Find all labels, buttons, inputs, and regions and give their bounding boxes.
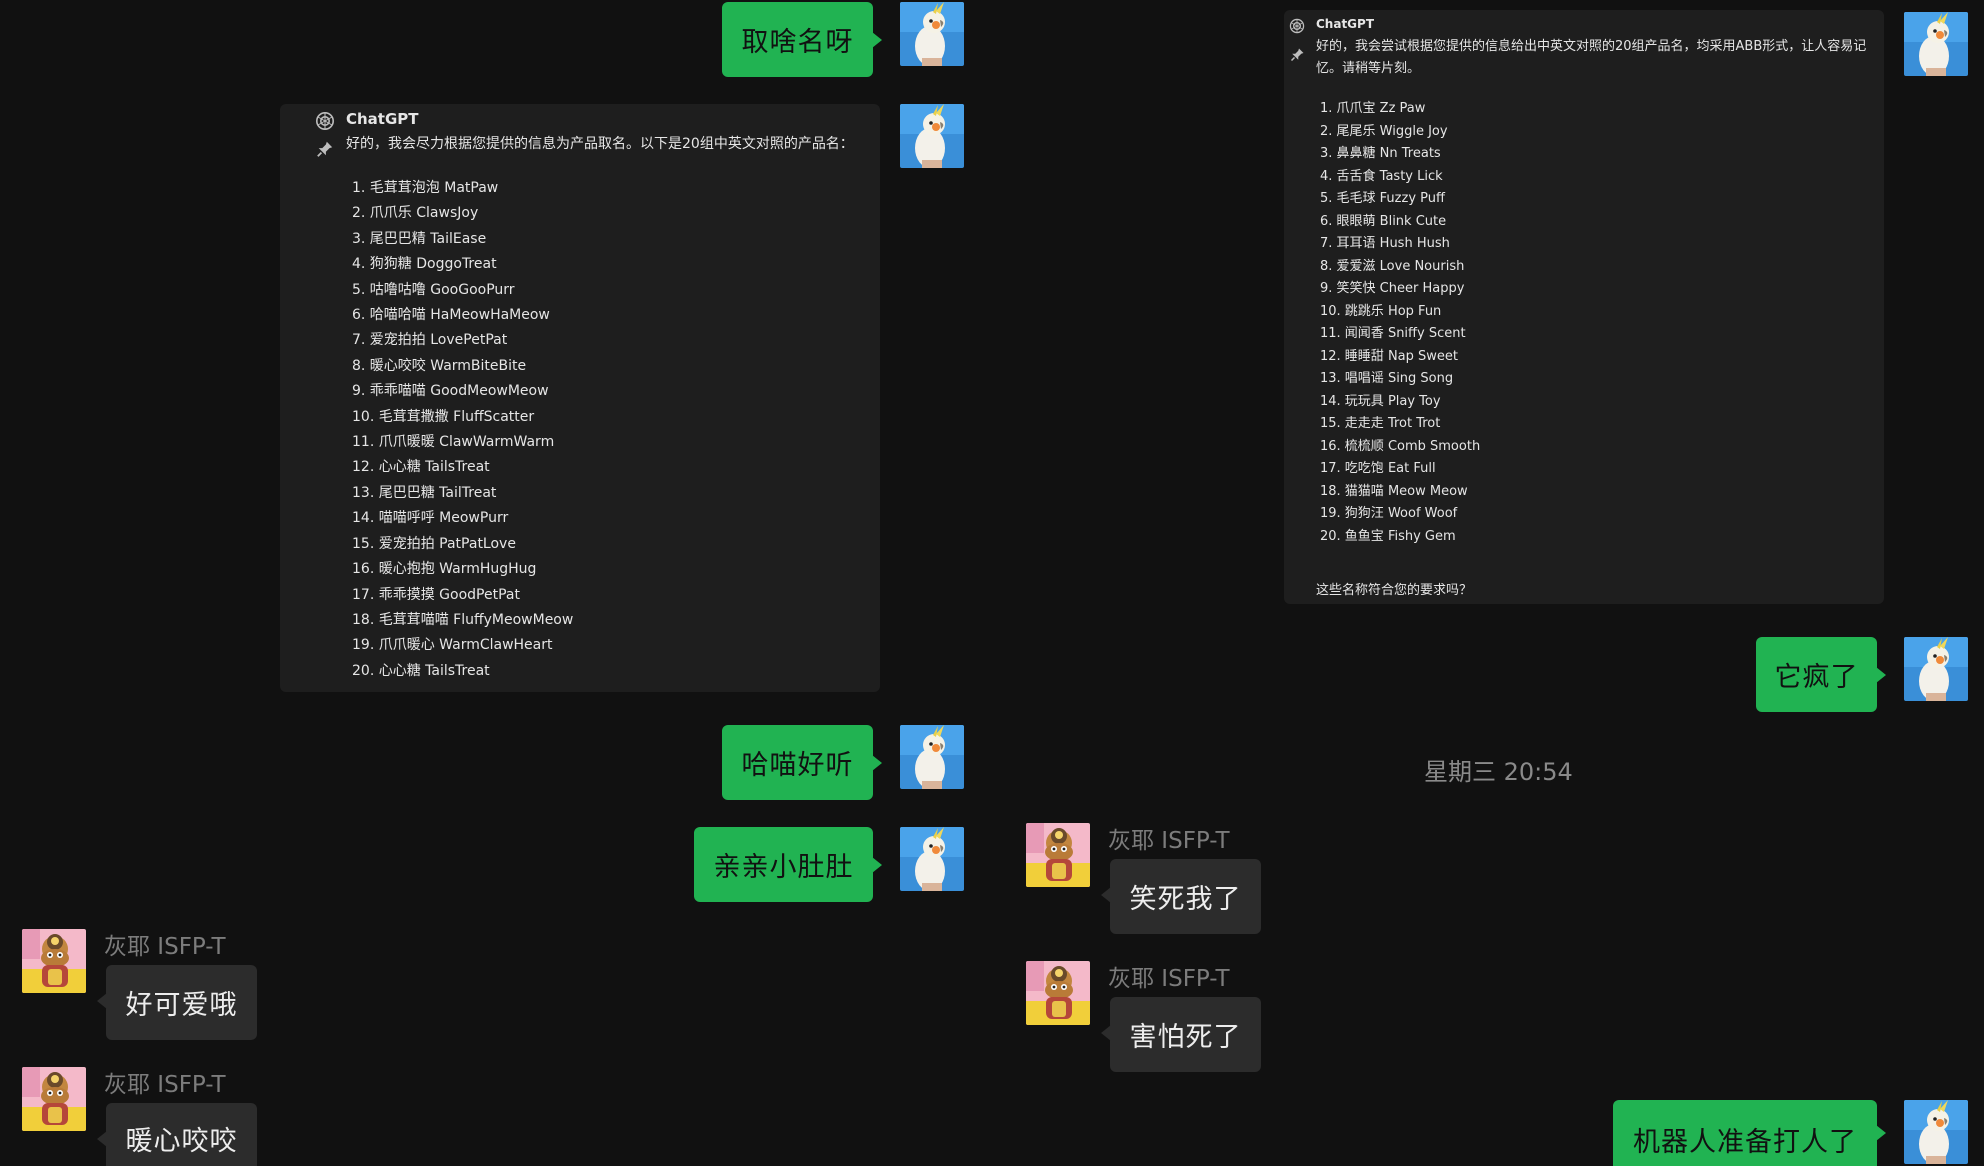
list-item: 1. 爪爪宝 Zz Paw bbox=[1320, 101, 1426, 116]
product-name-list: 1. 毛茸茸泡泡 MatPaw 2. 爪爪乐 ClawsJoy 3. 尾巴巴精 … bbox=[352, 176, 573, 684]
avatar[interactable] bbox=[1904, 1100, 1968, 1164]
list-item: 20. 心心糖 TailsTreat bbox=[352, 662, 490, 679]
incoming-message[interactable]: 好可爱哦 bbox=[97, 965, 257, 1040]
list-item: 19. 狗狗汪 Woof Woof bbox=[1320, 506, 1458, 521]
list-item: 4. 舌舌食 Tasty Lick bbox=[1320, 168, 1443, 184]
list-item: 11. 爪爪暖暖 ClawWarmWarm bbox=[352, 434, 555, 451]
message-text: 哈喵好听 bbox=[741, 750, 854, 781]
sender-name: 灰耶 ISFP-T bbox=[104, 934, 226, 960]
chatgpt-intro: 好的，我会尽力根据您提供的信息为产品取名。以下是20组中英文对照的产品名： bbox=[346, 136, 854, 152]
list-item: 9. 乖乖喵喵 GoodMeowMeow bbox=[352, 383, 549, 400]
chatgpt-reply-card: ChatGPT 好的，我会尝试根据您提供的信息给出中英文对照的20组产品名，均采… bbox=[1284, 10, 1884, 604]
avatar[interactable] bbox=[22, 1067, 86, 1131]
message-text: 它疯了 bbox=[1774, 662, 1859, 693]
list-item: 2. 爪爪乐 ClawsJoy bbox=[352, 205, 479, 222]
list-item: 5. 咕噜咕噜 GooGooPurr bbox=[352, 281, 515, 298]
list-item: 8. 爱爱滋 Love Nourish bbox=[1320, 258, 1465, 274]
avatar[interactable] bbox=[1026, 961, 1090, 1025]
cartoon-avatar-icon bbox=[22, 929, 86, 993]
list-item: 20. 鱼鱼宝 Fishy Gem bbox=[1320, 528, 1456, 544]
chatgpt-outro: 这些名称符合您的要求吗？ bbox=[1316, 583, 1473, 598]
list-item: 14. 玩玩具 Play Toy bbox=[1320, 393, 1441, 409]
list-item: 3. 鼻鼻糖 Nn Treats bbox=[1320, 146, 1441, 161]
message-text: 取啥名呀 bbox=[741, 27, 854, 58]
avatar[interactable] bbox=[900, 827, 964, 891]
list-item: 15. 走走走 Trot Trot bbox=[1320, 416, 1441, 431]
incoming-message[interactable]: 暖心咬咬 bbox=[97, 1103, 257, 1166]
list-item: 14. 喵喵呼呼 MeowPurr bbox=[352, 510, 509, 527]
parrot-avatar-icon bbox=[900, 104, 964, 168]
parrot-avatar-icon bbox=[900, 2, 964, 66]
parrot-avatar-icon bbox=[900, 827, 964, 891]
chatgpt-name: ChatGPT bbox=[346, 110, 419, 128]
message-text: 笑死我了 bbox=[1129, 884, 1242, 915]
list-item: 6. 哈喵哈喵 HaMeowHaMeow bbox=[352, 307, 550, 324]
avatar[interactable] bbox=[1904, 637, 1968, 701]
parrot-avatar-icon bbox=[1904, 637, 1968, 701]
list-item: 7. 耳耳语 Hush Hush bbox=[1320, 236, 1450, 251]
message-text: 机器人准备打人了 bbox=[1633, 1127, 1857, 1158]
openai-logo-icon bbox=[315, 111, 335, 131]
list-item: 15. 爱宠拍拍 PatPatLove bbox=[352, 535, 516, 552]
cartoon-avatar-icon bbox=[1026, 823, 1090, 887]
message-text: 亲亲小肚肚 bbox=[713, 852, 854, 883]
avatar[interactable] bbox=[900, 104, 964, 168]
list-item: 18. 猫猫喵 Meow Meow bbox=[1320, 483, 1468, 499]
list-item: 16. 梳梳顺 Comb Smooth bbox=[1320, 438, 1481, 454]
outgoing-message[interactable]: 它疯了 bbox=[1756, 637, 1886, 712]
pin-icon[interactable] bbox=[1290, 47, 1305, 62]
sender-name: 灰耶 ISFP-T bbox=[1108, 828, 1230, 854]
sender-name: 灰耶 ISFP-T bbox=[104, 1072, 226, 1098]
list-item: 19. 爪爪暖心 WarmClawHeart bbox=[352, 637, 553, 654]
list-item: 18. 毛茸茸喵喵 FluffyMeowMeow bbox=[352, 611, 574, 628]
product-name-list: 1. 爪爪宝 Zz Paw 2. 尾尾乐 Wiggle Joy 3. 鼻鼻糖 N… bbox=[1320, 98, 1480, 548]
avatar[interactable] bbox=[1026, 823, 1090, 887]
list-item: 6. 眼眼萌 Blink Cute bbox=[1320, 213, 1447, 229]
outgoing-message[interactable]: 哈喵好听 bbox=[722, 725, 882, 800]
list-item: 10. 毛茸茸撒撒 FluffScatter bbox=[352, 408, 535, 425]
list-item: 17. 乖乖摸摸 GoodPetPat bbox=[352, 586, 520, 603]
list-item: 13. 尾巴巴糖 TailTreat bbox=[352, 484, 497, 501]
message-text: 害怕死了 bbox=[1129, 1022, 1242, 1053]
parrot-avatar-icon bbox=[1904, 12, 1968, 76]
outgoing-message[interactable]: 取啥名呀 bbox=[722, 2, 882, 77]
chatgpt-intro: 好的，我会尝试根据您提供的信息给出中英文对照的20组产品名，均采用ABB形式，让… bbox=[1316, 39, 1867, 76]
cartoon-avatar-icon bbox=[22, 1067, 86, 1131]
list-item: 16. 暖心抱抱 WarmHugHug bbox=[352, 561, 537, 578]
incoming-message[interactable]: 笑死我了 bbox=[1101, 859, 1261, 934]
openai-logo-icon bbox=[1289, 18, 1305, 34]
message-text: 好可爱哦 bbox=[125, 990, 238, 1021]
avatar[interactable] bbox=[900, 725, 964, 789]
outgoing-message[interactable]: 亲亲小肚肚 bbox=[694, 827, 882, 902]
sender-name: 灰耶 ISFP-T bbox=[1108, 966, 1230, 992]
avatar[interactable] bbox=[1904, 12, 1968, 76]
list-item: 13. 唱唱谣 Sing Song bbox=[1320, 371, 1454, 386]
list-item: 5. 毛毛球 Fuzzy Puff bbox=[1320, 191, 1445, 206]
list-item: 9. 笑笑快 Cheer Happy bbox=[1320, 281, 1465, 296]
timestamp: 星期三 20:54 bbox=[1424, 758, 1573, 786]
list-item: 11. 闻闻香 Sniffy Scent bbox=[1320, 326, 1466, 341]
list-item: 1. 毛茸茸泡泡 MatPaw bbox=[352, 180, 499, 196]
message-text: 暖心咬咬 bbox=[125, 1126, 238, 1157]
list-item: 2. 尾尾乐 Wiggle Joy bbox=[1320, 123, 1448, 139]
list-item: 12. 心心糖 TailsTreat bbox=[352, 459, 490, 476]
chatgpt-name: ChatGPT bbox=[1316, 17, 1375, 31]
parrot-avatar-icon bbox=[900, 725, 964, 789]
list-item: 8. 暖心咬咬 WarmBiteBite bbox=[352, 357, 527, 374]
avatar[interactable] bbox=[900, 2, 964, 66]
list-item: 7. 爱宠拍拍 LovePetPat bbox=[352, 332, 508, 349]
pin-icon[interactable] bbox=[316, 140, 334, 158]
incoming-message[interactable]: 害怕死了 bbox=[1101, 997, 1261, 1072]
avatar[interactable] bbox=[22, 929, 86, 993]
list-item: 3. 尾巴巴精 TailEase bbox=[352, 230, 487, 247]
list-item: 4. 狗狗糖 DoggoTreat bbox=[352, 256, 497, 273]
chatgpt-reply-card: ChatGPT 好的，我会尽力根据您提供的信息为产品取名。以下是20组中英文对照… bbox=[280, 104, 880, 692]
list-item: 10. 跳跳乐 Hop Fun bbox=[1320, 303, 1442, 319]
parrot-avatar-icon bbox=[1904, 1100, 1968, 1164]
list-item: 17. 吃吃饱 Eat Full bbox=[1320, 461, 1436, 476]
list-item: 12. 睡睡甜 Nap Sweet bbox=[1320, 348, 1458, 364]
cartoon-avatar-icon bbox=[1026, 961, 1090, 1025]
outgoing-message[interactable]: 机器人准备打人了 bbox=[1613, 1100, 1886, 1166]
